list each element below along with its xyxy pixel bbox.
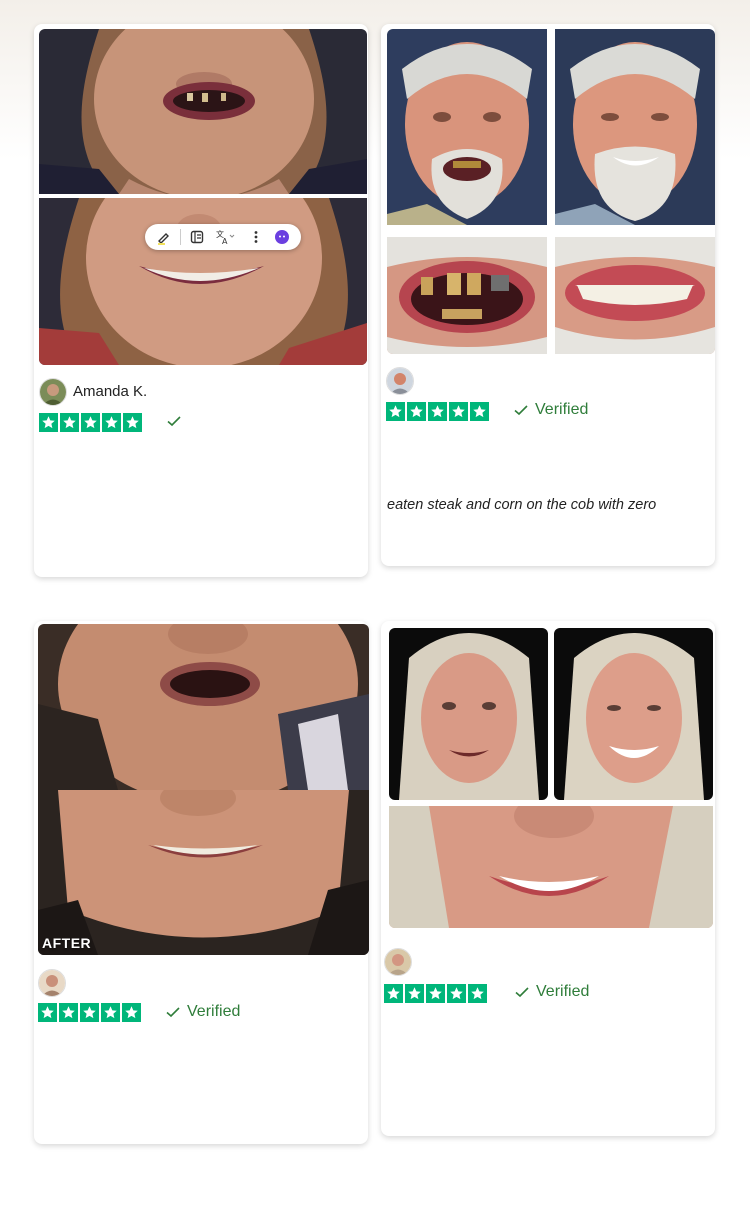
review-1-before-photo[interactable] [39, 29, 367, 194]
review-1-rating [39, 413, 142, 432]
highlighter-icon[interactable] [154, 227, 174, 247]
verified-label: Verified [535, 401, 589, 418]
star-icon [102, 413, 121, 432]
review-2-verified: Verified [513, 401, 588, 419]
star-icon [426, 984, 445, 1003]
star-icon [405, 984, 424, 1003]
review-2-before-face-photo[interactable] [387, 29, 547, 225]
review-4-rating [384, 984, 487, 1003]
assistant-icon[interactable] [272, 227, 292, 247]
notes-icon[interactable] [187, 227, 207, 247]
star-icon [81, 413, 100, 432]
check-icon [515, 987, 529, 998]
svg-text:A: A [222, 237, 228, 245]
translate-icon[interactable]: 文A [212, 227, 240, 247]
review-2-rating [386, 402, 489, 421]
review-4-after-face-photo[interactable] [554, 628, 713, 800]
star-icon [407, 402, 426, 421]
more-vertical-icon[interactable] [246, 227, 266, 247]
star-icon [447, 984, 466, 1003]
star-icon [101, 1003, 120, 1022]
star-icon [384, 984, 403, 1003]
review-2-quote: eaten steak and corn on the cob with zer… [387, 497, 657, 513]
review-2-after-teeth-photo[interactable] [555, 237, 715, 354]
star-icon [59, 1003, 78, 1022]
reviewer-4-avatar [384, 948, 412, 976]
star-icon [470, 402, 489, 421]
verified-label: Verified [187, 1003, 241, 1020]
star-icon [123, 413, 142, 432]
verified-label: Verified [536, 983, 590, 1000]
after-label: AFTER [42, 935, 92, 951]
review-2-before-teeth-photo[interactable] [387, 237, 547, 354]
reviewer-1-name: Amanda K. [73, 383, 148, 400]
review-3-after-photo[interactable] [38, 790, 369, 955]
reviewer-3-avatar [38, 969, 66, 997]
toolbar-divider [179, 229, 181, 245]
review-3-before-photo[interactable] [38, 624, 369, 790]
star-icon [38, 1003, 57, 1022]
check-icon [514, 405, 528, 416]
floating-toolbar: 文A [145, 224, 301, 250]
review-4-teeth-photo[interactable] [389, 806, 713, 928]
star-icon [60, 413, 79, 432]
review-4-verified: Verified [514, 983, 589, 1001]
review-2-after-face-photo[interactable] [555, 29, 715, 225]
star-icon [122, 1003, 141, 1022]
check-icon [167, 416, 181, 427]
star-icon [468, 984, 487, 1003]
star-icon [449, 402, 468, 421]
reviewer-1-avatar [39, 378, 67, 406]
reviewer-2-avatar [386, 367, 414, 395]
review-1-verified [166, 413, 188, 429]
review-3-rating [38, 1003, 141, 1022]
review-4-before-face-photo[interactable] [389, 628, 548, 800]
check-icon [166, 1007, 180, 1018]
review-3-verified: Verified [165, 1003, 240, 1021]
star-icon [386, 402, 405, 421]
star-icon [39, 413, 58, 432]
star-icon [80, 1003, 99, 1022]
star-icon [428, 402, 447, 421]
